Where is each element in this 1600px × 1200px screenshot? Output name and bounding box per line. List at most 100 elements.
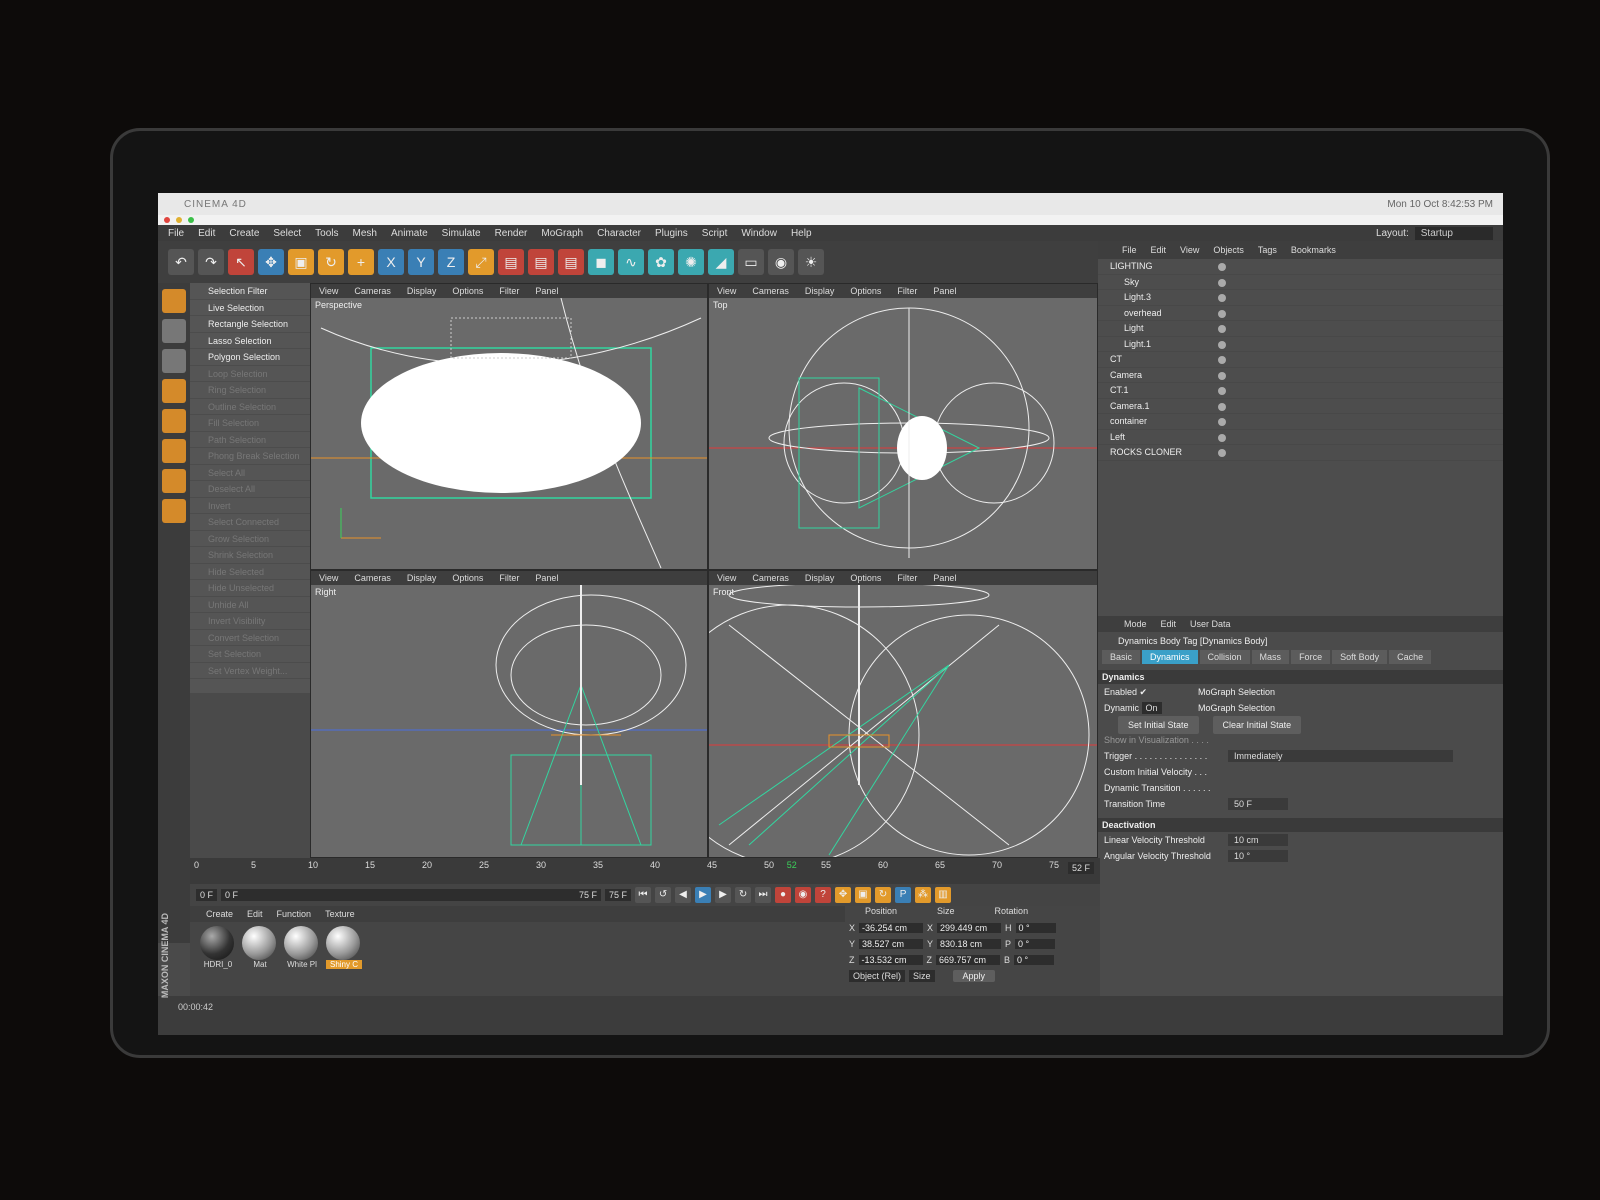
viewport-right[interactable]: View Cameras Display Options Filter Panel Rig…: [310, 570, 708, 858]
om-menu-bookmarks[interactable]: Bookmarks: [1291, 245, 1336, 255]
menu-item[interactable]: Phong Break Selection: [190, 448, 310, 465]
size-x-field[interactable]: 299.449 cm: [937, 923, 1002, 933]
object-row[interactable]: container: [1098, 414, 1503, 430]
dynamic-transition-label[interactable]: Dynamic Transition . . . . . .: [1098, 780, 1503, 796]
vp-menu-filter[interactable]: Filter: [897, 573, 917, 583]
object-row[interactable]: Left: [1098, 430, 1503, 445]
size-y-field[interactable]: 830.18 cm: [937, 939, 1002, 949]
vp-menu-panel[interactable]: Panel: [535, 573, 558, 583]
close-icon[interactable]: [164, 217, 170, 223]
dynamic-select[interactable]: On: [1141, 702, 1162, 714]
go-end-icon[interactable]: ⏭: [755, 887, 772, 903]
edges-mode-icon[interactable]: [162, 409, 186, 433]
vp-menu-cameras[interactable]: Cameras: [752, 286, 789, 296]
z-axis-icon[interactable]: Z: [438, 249, 464, 275]
coordinate-system-icon[interactable]: ⤢: [468, 249, 494, 275]
menu-script[interactable]: Script: [702, 228, 728, 239]
rot-h-field[interactable]: 0 °: [1015, 923, 1056, 933]
mat-menu-create[interactable]: Create: [206, 909, 233, 919]
menu-item[interactable]: Ring Selection: [190, 382, 310, 399]
menu-item[interactable]: Lasso Selection: [190, 333, 310, 349]
menu-item[interactable]: Hide Unselected: [190, 580, 310, 597]
menu-item[interactable]: Polygon Selection: [190, 349, 310, 366]
visibility-dot-icon[interactable]: [1218, 402, 1226, 411]
rot-p-field[interactable]: 0 °: [1015, 939, 1056, 949]
viewport-front[interactable]: View Cameras Display Options Filter Panel Fro…: [708, 570, 1098, 858]
play-icon[interactable]: ▶: [695, 887, 712, 903]
points-mode-icon[interactable]: [162, 379, 186, 403]
menu-mesh[interactable]: Mesh: [353, 228, 377, 239]
menu-select[interactable]: Select: [273, 228, 301, 239]
redo-icon[interactable]: ↷: [198, 249, 224, 275]
menu-item[interactable]: Unhide All: [190, 597, 310, 613]
vp-menu-cameras[interactable]: Cameras: [752, 573, 789, 583]
menu-render[interactable]: Render: [495, 228, 528, 239]
start-frame-field[interactable]: 0 F: [196, 889, 218, 901]
om-menu-tags[interactable]: Tags: [1258, 245, 1277, 255]
object-row[interactable]: Light.1: [1098, 337, 1503, 352]
menu-character[interactable]: Character: [597, 228, 641, 239]
keyframe-selection-icon[interactable]: ?: [815, 887, 832, 903]
next-key-icon[interactable]: ↻: [735, 887, 752, 903]
autokey-icon[interactable]: ◉: [795, 887, 812, 903]
timeline-layout-icon[interactable]: ▥: [935, 887, 952, 903]
deformer-icon[interactable]: ✺: [678, 249, 704, 275]
layout-selector[interactable]: Layout: Startup: [1376, 226, 1493, 240]
menu-item[interactable]: Set Selection: [190, 646, 310, 663]
tab-soft-body[interactable]: Soft Body: [1332, 650, 1388, 664]
object-row[interactable]: overhead: [1098, 306, 1503, 321]
material-item[interactable]: Mat: [242, 926, 278, 969]
menu-item[interactable]: Loop Selection: [190, 366, 310, 382]
vp-menu-filter[interactable]: Filter: [499, 286, 519, 296]
tab-mass[interactable]: Mass: [1251, 650, 1290, 664]
apply-button[interactable]: Apply: [952, 970, 996, 982]
tab-basic[interactable]: Basic: [1102, 650, 1141, 664]
minimize-icon[interactable]: [176, 217, 182, 223]
linear-threshold-field[interactable]: 10 cm: [1228, 834, 1288, 846]
visibility-dot-icon[interactable]: [1218, 294, 1226, 302]
mat-menu-edit[interactable]: Edit: [247, 909, 263, 919]
vp-menu-view[interactable]: View: [319, 286, 338, 296]
visibility-dot-icon[interactable]: [1218, 325, 1226, 333]
object-row[interactable]: Sky: [1098, 275, 1503, 290]
range-slider[interactable]: 0 F 75 F: [221, 889, 602, 901]
menu-plugins[interactable]: Plugins: [655, 228, 688, 239]
attr-menu-edit[interactable]: Edit: [1161, 619, 1177, 629]
viewport-top[interactable]: View Cameras Display Options Filter Panel Top: [708, 283, 1098, 570]
tab-force[interactable]: Force: [1291, 650, 1331, 664]
timeline-ruler[interactable]: 0 5 10 15 20 25 30 35 40 45 50 52 55 60 65 70 75 52 F: [190, 858, 1100, 884]
vp-menu-panel[interactable]: Panel: [933, 573, 956, 583]
tab-collision[interactable]: Collision: [1199, 650, 1250, 664]
spline-icon[interactable]: ∿: [618, 249, 644, 275]
generator-icon[interactable]: ✿: [648, 249, 674, 275]
rot-b-field[interactable]: 0 °: [1014, 955, 1055, 965]
menu-simulate[interactable]: Simulate: [442, 228, 481, 239]
vp-menu-options[interactable]: Options: [850, 573, 881, 583]
tab-dynamics[interactable]: Dynamics: [1142, 650, 1198, 664]
object-row[interactable]: Light: [1098, 321, 1503, 337]
menu-item[interactable]: Deselect All: [190, 481, 310, 498]
om-menu-objects[interactable]: Objects: [1213, 245, 1244, 255]
visibility-dot-icon[interactable]: [1218, 356, 1226, 364]
record-icon[interactable]: ●: [775, 887, 792, 903]
menu-tools[interactable]: Tools: [315, 228, 338, 239]
zoom-icon[interactable]: [188, 217, 194, 223]
menu-item[interactable]: Set Vertex Weight...: [190, 663, 310, 679]
light-icon[interactable]: ☀: [798, 249, 824, 275]
pla-key-icon[interactable]: ⁂: [915, 887, 932, 903]
angular-threshold-field[interactable]: 10 °: [1228, 850, 1288, 862]
prev-frame-icon[interactable]: ◀: [675, 887, 692, 903]
visibility-dot-icon[interactable]: [1218, 433, 1226, 442]
texture-mode-icon[interactable]: [162, 349, 186, 373]
live-selection-icon[interactable]: ↖: [228, 249, 254, 275]
viewport-perspective[interactable]: View Cameras Display Options Filter Panel Per…: [310, 283, 708, 570]
floor-icon[interactable]: ◢: [708, 249, 734, 275]
menu-create[interactable]: Create: [229, 228, 259, 239]
visibility-dot-icon[interactable]: [1218, 387, 1226, 395]
vp-menu-options[interactable]: Options: [452, 573, 483, 583]
render-picture-viewer-icon[interactable]: ▤: [528, 249, 554, 275]
pos-y-field[interactable]: 38.527 cm: [859, 939, 924, 949]
menu-item[interactable]: Select All: [190, 465, 310, 481]
object-row[interactable]: CT.1: [1098, 383, 1503, 399]
rotation-key-icon[interactable]: ↻: [875, 887, 892, 903]
